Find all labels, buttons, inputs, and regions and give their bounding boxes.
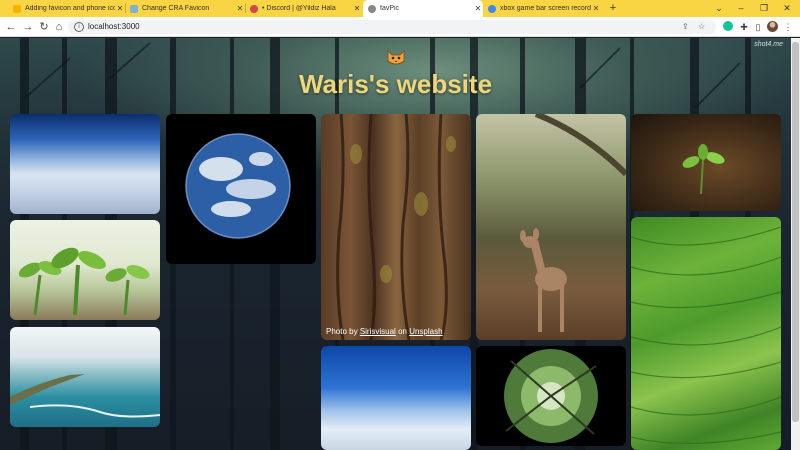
earth-globe-photo[interactable]	[166, 114, 316, 264]
sky-above-clouds-photo[interactable]	[321, 346, 471, 450]
page-scrollbar[interactable]	[791, 38, 800, 450]
page-title: Waris's website	[298, 69, 493, 99]
bark-texture	[336, 114, 456, 340]
tab-change-cra-favicon[interactable]: Change CRA Favicon ✕	[125, 0, 245, 17]
watermark-text: shot4.me	[754, 41, 783, 48]
cat-face-logo-icon	[387, 50, 405, 65]
more-menu-icon[interactable]: ⋮	[782, 21, 794, 33]
photo-credit-caption: Photo by Sirisvisual on Unsplash	[326, 327, 443, 336]
sapling-close-up-photo[interactable]	[631, 114, 781, 211]
close-window-icon[interactable]: ✕	[778, 0, 796, 17]
tab-title: Change CRA Favicon	[142, 5, 210, 12]
forward-icon[interactable]: →	[21, 20, 35, 34]
fisheye-trees-illustration	[504, 349, 598, 443]
address-bar[interactable]: i localhost:3000 ⇪ ☆	[68, 20, 716, 34]
scrollbar-thumb[interactable]	[792, 42, 799, 422]
minimize-icon[interactable]: –	[732, 0, 750, 17]
earth-horizon-clouds-photo[interactable]	[10, 114, 160, 214]
page-viewport: shot4.me Waris's website Photo by Sirisv…	[0, 38, 791, 450]
back-icon[interactable]: ←	[4, 20, 18, 34]
seedlings-photo[interactable]	[10, 220, 160, 320]
new-tab-icon[interactable]: +	[606, 1, 620, 15]
earth-globe-illustration	[185, 133, 291, 239]
close-tab-icon[interactable]: ✕	[235, 4, 245, 13]
close-tab-icon[interactable]: ✕	[115, 4, 125, 13]
terraces-texture	[631, 226, 781, 444]
extensions-puzzle-icon[interactable]: ✚	[738, 21, 750, 33]
tab-search-chevron-icon[interactable]: ⌄	[710, 0, 728, 17]
close-tab-icon[interactable]: ✕	[352, 4, 362, 13]
profile-avatar[interactable]	[766, 21, 778, 33]
unsplash-link[interactable]: Unsplash	[409, 327, 442, 336]
tab-favicon-icon	[130, 4, 138, 13]
caption-middle: on	[398, 327, 407, 336]
home-icon[interactable]: ⌂	[52, 20, 66, 34]
beach-coastline-photo[interactable]	[10, 327, 160, 427]
share-icon[interactable]: ⇪	[682, 21, 689, 33]
deer-illustration	[520, 114, 626, 332]
tab-favpic[interactable]: favPic ✕	[363, 0, 483, 17]
seedlings-illustration	[18, 247, 150, 316]
reload-icon[interactable]: ↻	[37, 20, 51, 34]
tab-favicon-icon	[368, 4, 376, 13]
terraced-green-fields-aerial-photo[interactable]	[631, 217, 781, 450]
grammarly-extension-icon[interactable]	[722, 21, 734, 33]
tab-xbox-game-bar[interactable]: xbox game bar screen recording ✕	[483, 0, 601, 17]
tab-title: Adding favicon and phone icons	[25, 5, 115, 12]
side-panel-icon[interactable]: ▯	[752, 21, 764, 33]
maximize-icon[interactable]: ❐	[755, 0, 773, 17]
browser-toolbar: ← → ↻ ⌂ i localhost:3000 ⇪ ☆ ✚ ▯ ⋮	[0, 17, 800, 37]
tab-favicon-icon	[13, 4, 21, 13]
url-text: localhost:3000	[88, 22, 140, 31]
tab-favicon-icon	[488, 4, 496, 13]
sapling-illustration	[682, 144, 725, 195]
tab-title: • Discord | @Yildiz Hala	[262, 5, 336, 12]
close-tab-icon[interactable]: ✕	[591, 4, 601, 13]
tab-adding-favicon[interactable]: Adding favicon and phone icons ✕	[8, 0, 125, 17]
tab-favicon-icon	[250, 4, 258, 13]
bookmark-star-icon[interactable]: ☆	[698, 21, 705, 33]
tab-title: favPic	[380, 5, 400, 12]
site-info-icon[interactable]: i	[74, 22, 84, 32]
tab-discord[interactable]: • Discord | @Yildiz Hala ✕	[245, 0, 362, 17]
tree-bark-photo[interactable]: Photo by Sirisvisual on Unsplash	[321, 114, 471, 340]
caption-prefix: Photo by	[326, 327, 358, 336]
coastline-illustration	[10, 374, 160, 418]
deer-in-forest-photo[interactable]	[476, 114, 626, 340]
tab-title: xbox game bar screen recording	[500, 5, 591, 12]
close-tab-icon[interactable]: ✕	[473, 4, 483, 13]
photographer-link[interactable]: Sirisvisual	[360, 327, 396, 336]
looking-up-at-trees-fisheye-photo[interactable]	[476, 346, 626, 446]
browser-tab-strip: Adding favicon and phone icons ✕ Change …	[0, 0, 800, 17]
